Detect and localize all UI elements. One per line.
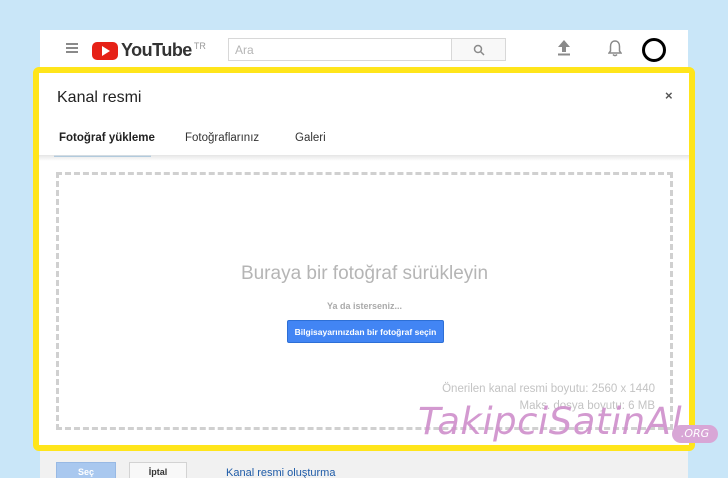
search-icon [473,44,485,56]
upload-icon[interactable] [557,40,571,56]
logo-region: TR [193,40,206,51]
watermark-badge: .ORG [672,425,718,443]
tab-photo-upload[interactable]: Fotoğraf yükleme [59,132,155,144]
tabs-divider [39,155,689,161]
youtube-header: YouTube TR Ara [40,30,688,68]
dropzone-title: Buraya bir fotoğraf sürükleyin [240,263,489,284]
notification-bell-icon[interactable] [608,40,622,57]
logo-text: YouTube [121,40,192,60]
menu-icon[interactable] [66,43,78,53]
cancel-button[interactable]: İptal [129,462,187,478]
search-input[interactable]: Ara [228,38,452,61]
select-button[interactable]: Seç [56,462,116,478]
search-button[interactable] [452,38,506,61]
channel-art-dialog: Kanal resmi × Fotoğraf yükleme Fotoğrafl… [33,67,695,451]
dropzone-or-text: Ya da isterseniz... [326,301,403,311]
watermark-text: TakipciSatinAl [418,400,683,443]
recommended-size-text: Önerilen kanal resmi boyutu: 2560 x 1440 [442,383,655,395]
close-icon[interactable]: × [665,88,673,103]
channel-art-help-link[interactable]: Kanal resmi oluşturma [226,467,335,478]
photo-dropzone[interactable]: Buraya bir fotoğraf sürükleyin Ya da ist… [56,172,673,430]
avatar[interactable] [642,38,666,62]
youtube-play-icon [92,41,118,60]
pick-photo-button[interactable]: Bilgisayarınızdan bir fotoğraf seçin [287,320,444,343]
tab-your-photos[interactable]: Fotoğraflarınız [185,132,259,144]
dialog-title: Kanal resmi [57,89,142,106]
youtube-logo[interactable]: YouTube TR [92,40,206,61]
tab-gallery[interactable]: Galeri [295,132,326,144]
